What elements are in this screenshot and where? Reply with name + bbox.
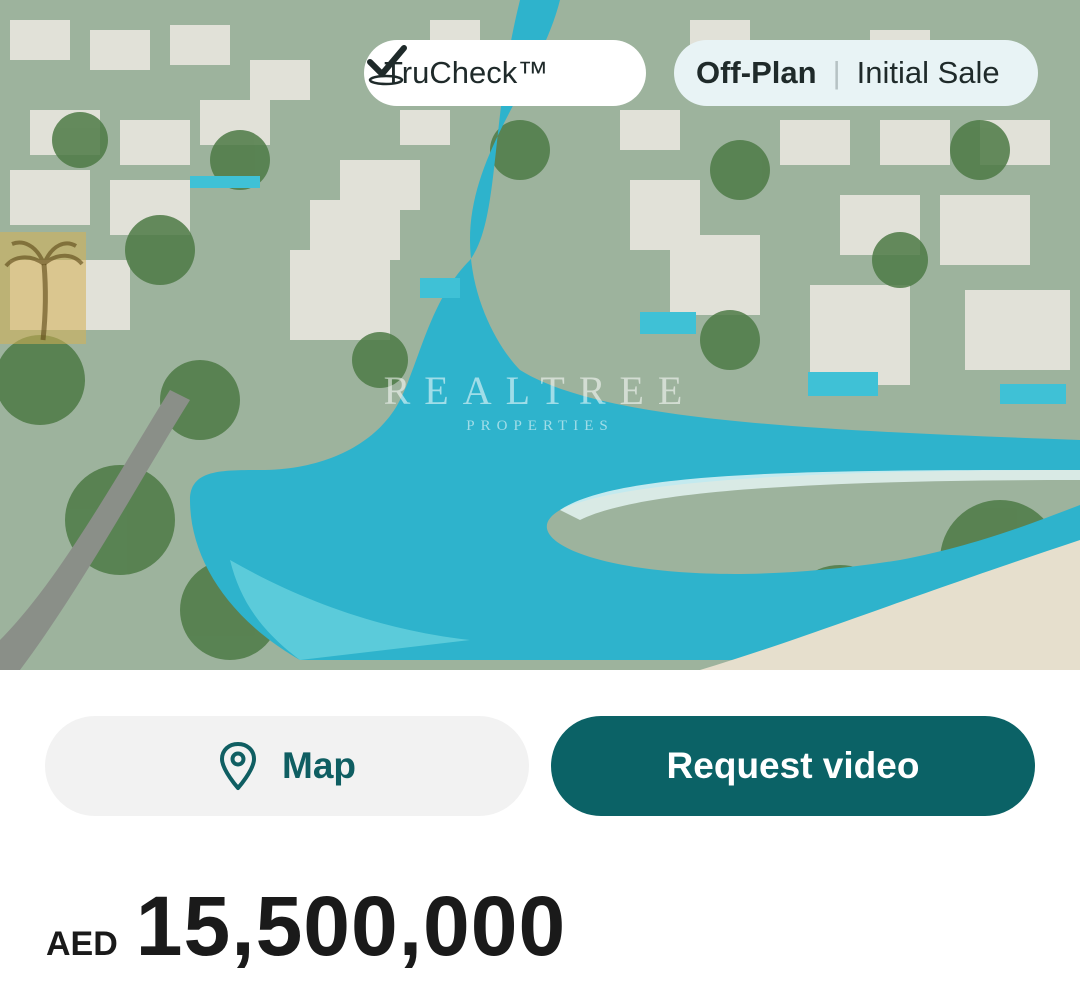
price-currency: AED [46, 925, 118, 963]
status-badge: Off-Plan | Initial Sale [674, 40, 1038, 106]
request-video-button[interactable]: Request video [551, 716, 1035, 816]
map-button-label: Map [282, 745, 356, 786]
request-video-label: Request video [666, 745, 920, 786]
listing-hero-image[interactable]: TruCheck™ Off-Plan | Initial Sale REALTR… [0, 0, 1080, 670]
check-icon [367, 45, 407, 86]
price-amount: 15,500,000 [135, 879, 567, 973]
location-pin-icon [220, 742, 256, 790]
listing-price: AED 15,500,000 [46, 878, 566, 975]
status-secondary: Initial Sale [856, 55, 1000, 90]
trucheck-badge: TruCheck™ [364, 40, 646, 106]
status-primary: Off-Plan [696, 55, 817, 90]
status-divider: | [832, 55, 841, 90]
map-button[interactable]: Map [45, 716, 529, 816]
